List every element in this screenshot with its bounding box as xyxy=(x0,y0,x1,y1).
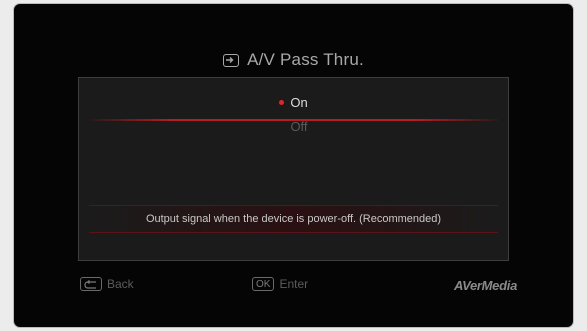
enter-label: Enter xyxy=(279,277,309,291)
option-on-label: On xyxy=(290,94,308,110)
options-list: On Off xyxy=(79,90,508,138)
selected-indicator-icon xyxy=(279,99,285,105)
enter-hint[interactable]: OK Enter xyxy=(252,277,308,291)
menu-title-text: A/V Pass Thru. xyxy=(247,50,364,69)
menu-title: A/V Pass Thru. xyxy=(14,50,573,70)
options-panel: On Off Output signal when the device is … xyxy=(78,77,509,261)
option-off[interactable]: Off xyxy=(79,114,508,138)
description-bar: Output signal when the device is power-o… xyxy=(89,205,498,233)
footer-bar: Back OK Enter AVerMedia xyxy=(14,277,573,297)
description-text: Output signal when the device is power-o… xyxy=(145,213,442,225)
av-input-icon xyxy=(223,53,240,67)
back-arrow-icon xyxy=(80,277,102,291)
brand-logo: AVerMedia xyxy=(453,278,517,293)
back-label: Back xyxy=(107,277,134,291)
device-screen: A/V Pass Thru. On Off Output signal when… xyxy=(14,4,573,327)
option-on[interactable]: On xyxy=(79,90,508,114)
ok-key-icon: OK xyxy=(252,277,275,291)
back-hint[interactable]: Back xyxy=(80,277,134,291)
selection-highlight-line xyxy=(89,119,499,121)
